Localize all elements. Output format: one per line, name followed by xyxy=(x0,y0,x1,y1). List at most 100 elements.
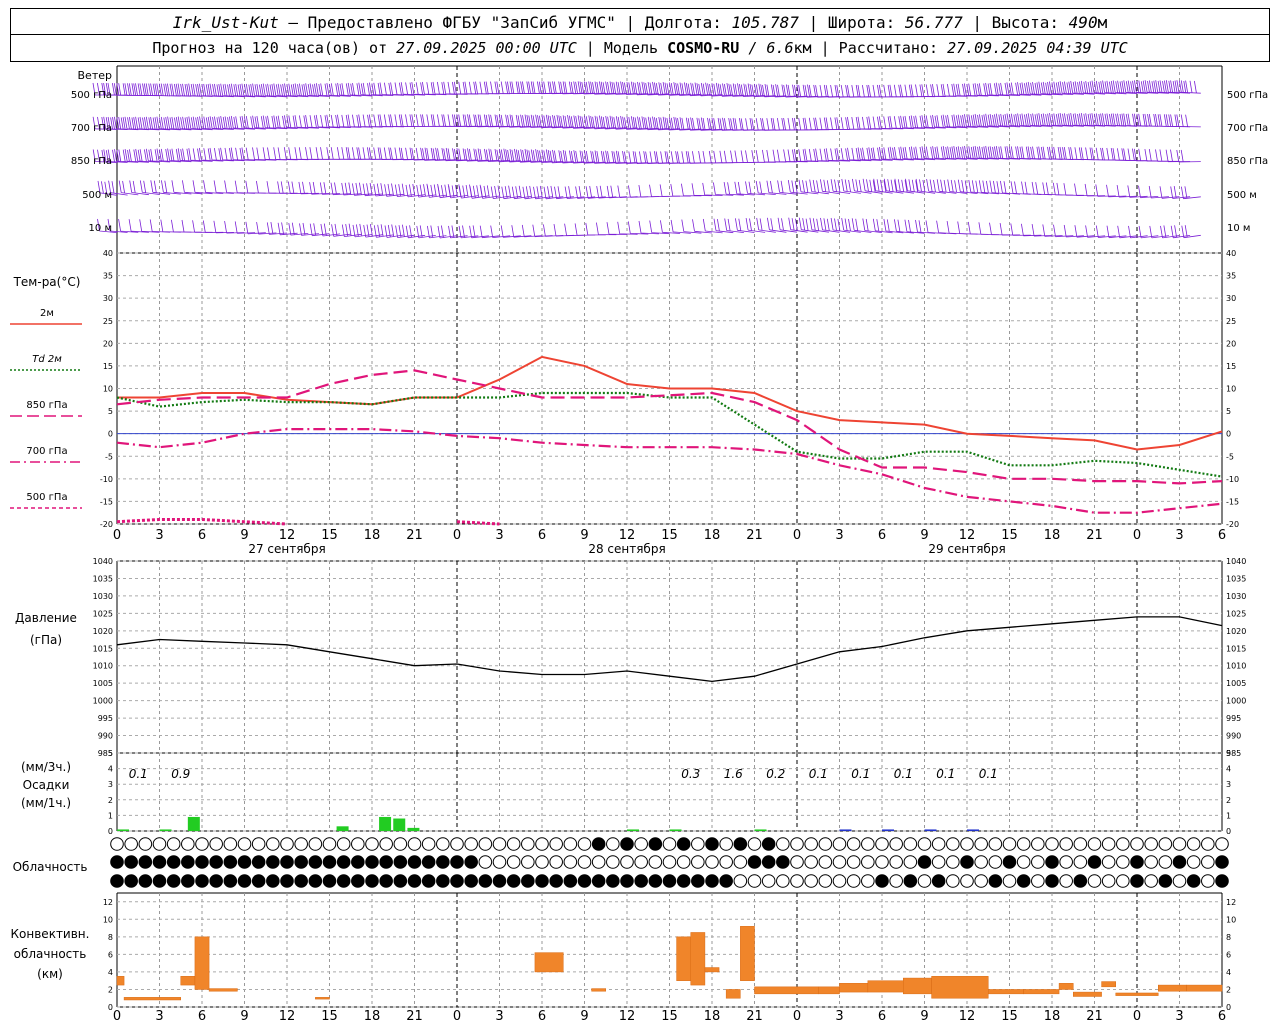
pressure-title: Давление xyxy=(15,611,77,625)
wind-barb xyxy=(1063,224,1084,238)
cloud-symbol xyxy=(577,837,592,851)
cloud-symbol xyxy=(407,837,422,851)
cloud-symbol xyxy=(776,855,790,869)
cloud-symbol xyxy=(195,837,209,851)
conv-bar xyxy=(704,967,720,973)
conv-bar xyxy=(839,983,869,993)
wind-barb xyxy=(606,222,628,235)
wind-barb xyxy=(670,183,691,197)
cloud-symbol xyxy=(974,874,988,888)
x-tick-label: 12 xyxy=(619,1009,636,1024)
temp-tick-right: -5 xyxy=(1226,452,1234,461)
cloud-symbol xyxy=(407,855,422,869)
temp-legend-label: 850 гПа xyxy=(26,400,67,411)
conv-title: Конвективн. xyxy=(11,927,90,941)
cloud-symbol xyxy=(152,874,167,888)
precip-3h-label: 0.9 xyxy=(171,767,190,781)
pressure-tick-right: 1000 xyxy=(1226,697,1246,706)
cloud-symbol xyxy=(393,874,408,888)
cloud-symbol xyxy=(719,874,733,888)
wind-level-right: 10 м xyxy=(1227,223,1250,234)
wind-barb xyxy=(766,180,787,195)
conv-bar xyxy=(1073,991,1102,997)
wind-barb xyxy=(341,182,362,196)
precip-3h-label: 0.2 xyxy=(766,767,785,781)
wind-barb xyxy=(989,222,1010,236)
cloud-symbol xyxy=(804,874,818,888)
cloud-symbol xyxy=(280,837,294,851)
cloud-symbol xyxy=(1130,874,1144,888)
wind-barb xyxy=(946,221,968,235)
cloud-symbol xyxy=(846,855,861,869)
wind-barb xyxy=(1170,186,1191,199)
wind-barb xyxy=(213,180,234,194)
wind-barb xyxy=(596,222,617,236)
x-tick-label: 6 xyxy=(878,1009,886,1024)
cloud-symbol xyxy=(776,874,790,888)
precip-tick-left: 2 xyxy=(108,796,113,805)
cloud-symbol xyxy=(1087,837,1102,851)
wind-level-right: 500 м xyxy=(1227,190,1257,201)
cloud-symbol xyxy=(464,855,478,869)
wind-barb xyxy=(978,180,999,195)
wind-level-left: 850 гПа xyxy=(71,156,112,167)
x-tick-label: 12 xyxy=(619,528,636,543)
x-tick-label: 0 xyxy=(1133,1009,1141,1024)
cloud-symbol xyxy=(336,855,351,869)
cloud-symbol xyxy=(322,874,337,888)
x-tick-label: 0 xyxy=(113,528,121,543)
conv-bar xyxy=(754,986,819,995)
wind-barb xyxy=(660,220,681,234)
cloud-symbol xyxy=(1101,837,1116,851)
cloud-symbol xyxy=(1201,874,1215,888)
cloud-symbol xyxy=(492,837,507,851)
pressure-tick-right: 995 xyxy=(1226,714,1241,723)
cloud-symbol xyxy=(223,855,238,869)
cloud-symbol xyxy=(946,874,960,888)
wind-barb xyxy=(894,219,914,234)
cloud-symbol xyxy=(1116,855,1130,869)
conv-tick-right: 4 xyxy=(1226,968,1231,977)
cloud-symbol xyxy=(450,855,464,869)
cloud-symbol xyxy=(379,837,393,851)
conv-bar xyxy=(208,988,238,992)
pressure-tick-right: 1025 xyxy=(1226,609,1246,618)
cloud-symbol xyxy=(1002,837,1017,851)
precip-3h-label: 0.1 xyxy=(851,767,870,781)
cloud-symbol xyxy=(790,874,804,888)
cloud-symbol xyxy=(1186,855,1201,869)
cloud-symbol xyxy=(946,855,960,869)
x-tick-label: 0 xyxy=(793,1009,801,1024)
precip-unit-3h: (мм/3ч.) xyxy=(21,760,71,774)
cloud-symbol xyxy=(832,855,847,869)
wind-barb xyxy=(627,221,649,235)
cloud-symbol xyxy=(705,855,719,869)
cloud-symbol xyxy=(464,837,478,851)
wind-barb xyxy=(266,222,288,235)
pressure-tick-left: 995 xyxy=(98,714,113,723)
wind-barb xyxy=(1042,224,1063,237)
cloud-symbol xyxy=(393,855,408,869)
pressure-tick-right: 990 xyxy=(1226,732,1241,741)
wind-barb xyxy=(299,222,319,236)
cloud-symbol xyxy=(719,855,733,869)
cloud-symbol xyxy=(1215,874,1229,888)
wind-barb xyxy=(256,222,277,235)
precip-bar xyxy=(379,816,392,831)
pressure-tick-left: 1035 xyxy=(93,574,113,583)
precip-bar xyxy=(336,826,349,831)
temp-tick-right: -10 xyxy=(1226,475,1239,484)
conv-tick-left: 12 xyxy=(103,898,113,907)
wind-barb xyxy=(978,222,999,235)
cloud-symbol xyxy=(1002,855,1017,869)
wind-barb xyxy=(585,185,606,199)
cloud-symbol xyxy=(110,837,124,851)
cloud-symbol xyxy=(351,874,365,888)
cloud-symbol xyxy=(577,874,592,888)
x-tick-label: 0 xyxy=(453,1009,461,1024)
wind-barb xyxy=(862,218,883,233)
x-tick-label: 18 xyxy=(364,1009,381,1024)
cloud-symbol xyxy=(436,855,450,869)
cloud-symbol xyxy=(634,874,648,888)
temp-tick-right: 30 xyxy=(1226,294,1236,303)
